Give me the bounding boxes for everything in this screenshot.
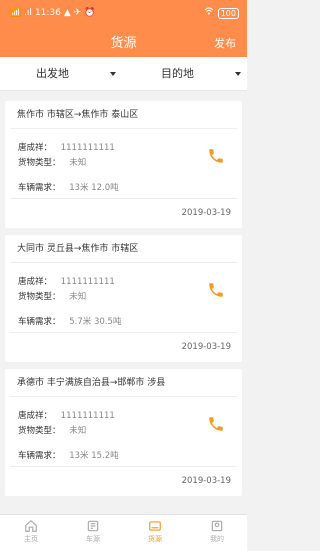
vehicle-demand-label: 车辆需求：	[18, 451, 61, 461]
vehicle-demand-row: 车辆需求： 5.7米 30.5吨	[18, 317, 121, 328]
home-icon-svg	[25, 519, 37, 532]
wifi-icon	[204, 7, 214, 19]
vehicle-demand-label: 车辆需求：	[18, 183, 61, 193]
route-text: 承德市 丰宁满族自治县→邯郸市 涉县	[17, 378, 166, 388]
cargo-card[interactable]: 焦作市 市辖区→焦作市 泰山区 唐成祥： 1111111111 货物类型： 未知…	[5, 101, 242, 228]
cargo-card[interactable]: 承德市 丰宁满族自治县→邯郸市 涉县 唐成祥： 1111111111 货物类型：…	[5, 369, 242, 496]
header: 📶 .ıl 11:36 ▲ ✈ ⏰ 100 货源 发布	[0, 0, 247, 57]
vehicle-demand-row: 车辆需求： 13米 12.0吨	[18, 183, 119, 194]
phone-icon-svg	[209, 149, 223, 163]
contact-value: 1111111111	[60, 277, 115, 287]
destination-filter[interactable]: 目的地	[123, 57, 246, 90]
goods-icon	[148, 519, 162, 533]
nav-cars[interactable]: 车源	[62, 515, 124, 551]
phone-icon-svg	[209, 417, 223, 431]
status-bar: 📶 .ıl 11:36 ▲ ✈ ⏰ 100	[0, 0, 247, 26]
post-date: 2019-03-19	[181, 208, 231, 218]
route-text: 焦作市 市辖区→焦作市 泰山区	[17, 110, 139, 120]
contact-label: 唐成祥：	[18, 411, 53, 421]
vehicle-demand-value: 13米 12.0吨	[69, 183, 119, 193]
goods-icon-svg	[149, 521, 161, 531]
home-icon	[24, 519, 38, 533]
nav-cars-label: 车源	[86, 535, 100, 543]
post-date: 2019-03-19	[181, 342, 231, 352]
cargo-card-details: 唐成祥： 1111111111 货物类型： 未知 车辆需求： 13米 15.2吨	[10, 396, 237, 467]
cargo-type-label: 货物类型：	[18, 426, 61, 436]
cargo-type-label: 货物类型：	[18, 158, 61, 168]
phone-icon-svg	[209, 283, 223, 297]
vehicle-demand-label: 车辆需求：	[18, 317, 61, 327]
cargo-card[interactable]: 大同市 灵丘县→焦作市 市辖区 唐成祥： 1111111111 货物类型： 未知…	[5, 235, 242, 362]
car-icon	[86, 519, 100, 533]
contact-row: 唐成祥： 1111111111	[18, 277, 115, 288]
cargo-card-details: 唐成祥： 1111111111 货物类型： 未知 车辆需求： 13米 12.0吨	[10, 128, 237, 199]
battery-indicator: 100	[217, 7, 239, 19]
publish-button[interactable]: 发布	[214, 36, 236, 51]
contact-label: 唐成祥：	[18, 143, 53, 153]
status-right: 100	[204, 7, 239, 19]
destination-filter-label: 目的地	[161, 67, 194, 80]
nav-mine-label: 我的	[210, 535, 224, 543]
phone-icon[interactable]	[207, 281, 225, 299]
nav-mine[interactable]: 我的	[186, 515, 248, 551]
phone-icon[interactable]	[207, 415, 225, 433]
post-date: 2019-03-19	[181, 476, 231, 486]
vehicle-demand-value: 5.7米 30.5吨	[69, 317, 122, 327]
origin-filter[interactable]: 出发地	[0, 57, 123, 90]
phone-icon[interactable]	[207, 147, 225, 165]
contact-value: 1111111111	[60, 143, 115, 153]
cargo-type-row: 货物类型： 未知	[18, 158, 86, 169]
cargo-type-row: 货物类型： 未知	[18, 426, 86, 437]
cargo-type-value: 未知	[69, 426, 87, 436]
contact-label: 唐成祥：	[18, 277, 53, 287]
vehicle-demand-value: 13米 15.2吨	[69, 451, 119, 461]
origin-filter-label: 出发地	[36, 67, 69, 80]
nav-home-label: 主页	[24, 535, 38, 543]
nav-goods[interactable]: 货源	[124, 515, 186, 551]
cargo-type-value: 未知	[69, 158, 87, 168]
status-left: 📶 .ıl 11:36 ▲ ✈ ⏰	[10, 7, 95, 19]
bottom-nav: 主页 车源 货源 我的	[0, 514, 247, 551]
caret-down-icon	[110, 72, 116, 76]
status-extra-icons: ▲ ✈ ⏰	[63, 8, 96, 18]
cargo-type-row: 货物类型： 未知	[18, 292, 86, 303]
cargo-card-details: 唐成祥： 1111111111 货物类型： 未知 车辆需求： 5.7米 30.5…	[10, 262, 237, 333]
contact-row: 唐成祥： 1111111111	[18, 411, 115, 422]
contact-value: 1111111111	[60, 411, 115, 421]
vehicle-demand-row: 车辆需求： 13米 15.2吨	[18, 451, 119, 462]
wifi-icon-svg	[204, 7, 214, 15]
signal-indicator: 📶 .ıl	[10, 8, 32, 18]
cargo-type-value: 未知	[69, 292, 87, 302]
car-icon-svg	[87, 520, 99, 532]
contact-row: 唐成祥： 1111111111	[18, 143, 115, 154]
page-title: 货源	[110, 36, 137, 51]
filter-bar: 出发地 目的地	[0, 57, 247, 91]
nav-home[interactable]: 主页	[0, 515, 62, 551]
status-time: 11:36	[34, 8, 61, 18]
nav-goods-label: 货源	[148, 535, 162, 543]
cargo-type-label: 货物类型：	[18, 292, 61, 302]
user-icon	[210, 519, 224, 533]
user-icon-svg	[211, 520, 223, 532]
caret-down-icon	[235, 72, 241, 76]
route-text: 大同市 灵丘县→焦作市 市辖区	[17, 244, 139, 254]
